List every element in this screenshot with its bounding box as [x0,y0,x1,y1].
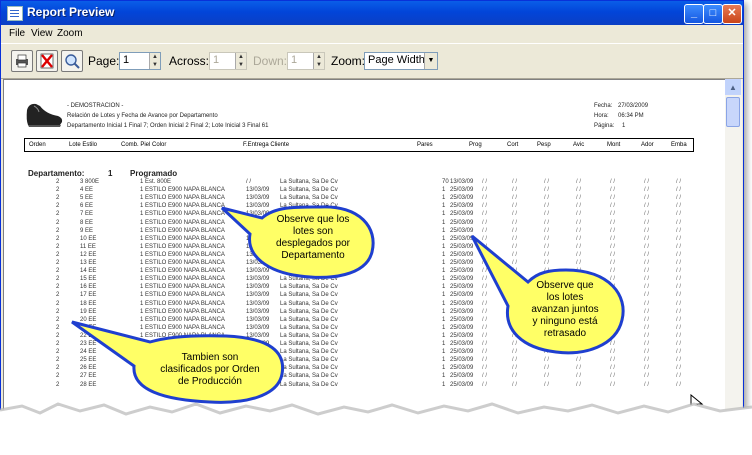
callout-top-text: Observe que los lotes son desplegados po… [276,214,350,261]
callout-right-text: Observe que los lotes avanzan juntos y n… [531,280,599,339]
torn-edge-decoration [0,402,752,455]
